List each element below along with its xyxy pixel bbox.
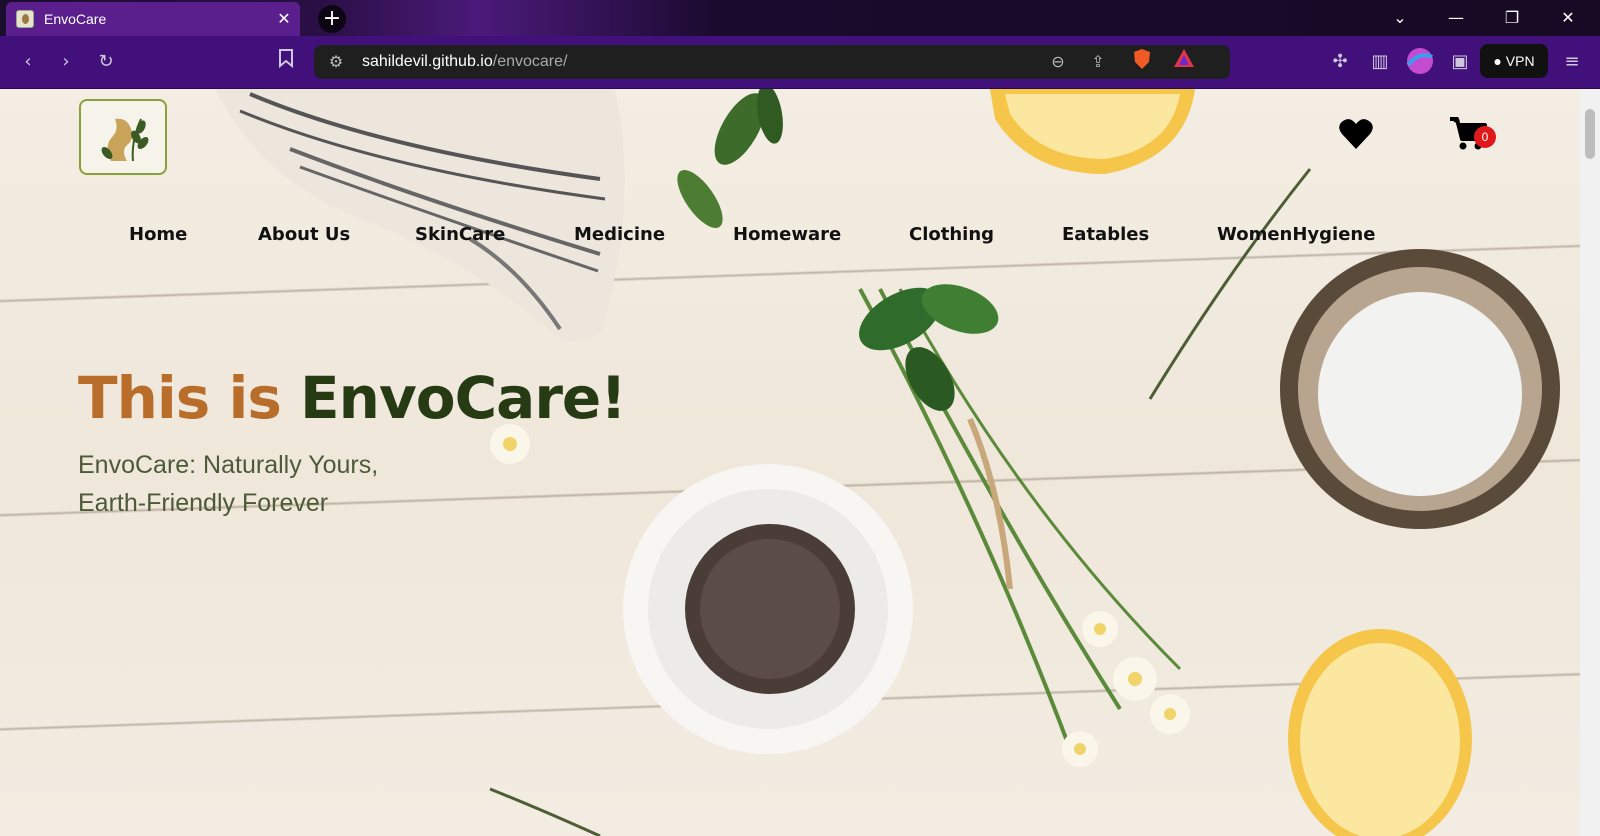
scrollbar-thumb[interactable]: [1585, 109, 1595, 159]
cart-count-badge: 0: [1474, 126, 1496, 148]
brave-shields-icon[interactable]: [1128, 48, 1156, 76]
share-icon[interactable]: ⇪: [1084, 48, 1112, 76]
close-tab-icon[interactable]: ✕: [274, 9, 294, 29]
nav-link-womenhygiene[interactable]: WomenHygiene: [1217, 224, 1375, 245]
close-window-button[interactable]: ✕: [1540, 0, 1596, 36]
restore-button[interactable]: ❐: [1484, 0, 1540, 36]
vpn-button[interactable]: ● VPN: [1480, 44, 1548, 78]
vpn-label: VPN: [1505, 53, 1535, 69]
wallet-icon[interactable]: ▣: [1446, 48, 1474, 76]
url-path: /envocare/: [492, 53, 568, 70]
nav-link-clothing[interactable]: Clothing: [909, 224, 994, 245]
menu-icon[interactable]: ≡: [1558, 48, 1586, 76]
brave-rewards-icon[interactable]: [1170, 48, 1198, 76]
bookmark-icon[interactable]: [272, 48, 300, 76]
sidebar-toggle-icon[interactable]: ▥: [1366, 48, 1394, 76]
main-nav: Home About Us SkinCare Medicine Homeware…: [0, 224, 1580, 254]
browser-tab-strip: EnvoCare ✕ + ⌄ — ❐ ✕: [0, 0, 1600, 36]
hero-subtitle-line2: Earth-Friendly Forever: [78, 489, 329, 517]
nav-link-skincare[interactable]: SkinCare: [415, 224, 505, 245]
reload-icon[interactable]: ↻: [92, 48, 120, 76]
browser-tab[interactable]: EnvoCare ✕: [6, 2, 300, 36]
hero-title: This is EnvoCare!: [78, 364, 627, 432]
profile-avatar-icon[interactable]: [1406, 47, 1434, 75]
site-settings-icon[interactable]: ⚙: [322, 48, 350, 76]
tab-search-chevron-icon[interactable]: ⌄: [1372, 0, 1428, 36]
nav-link-homeware[interactable]: Homeware: [733, 224, 841, 245]
envocare-logo[interactable]: [79, 99, 167, 175]
browser-toolbar: ‹ › ↻ ⚙ sahildevil.github.io/envocare/ ⊖…: [0, 36, 1600, 89]
nav-link-home[interactable]: Home: [129, 224, 187, 245]
url-text: sahildevil.github.io/envocare/: [362, 53, 567, 71]
nav-link-medicine[interactable]: Medicine: [574, 224, 665, 245]
nav-link-about-us[interactable]: About Us: [258, 224, 350, 245]
wishlist-heart-icon[interactable]: [1338, 117, 1374, 151]
address-bar[interactable]: ⚙ sahildevil.github.io/envocare/ ⊖ ⇪: [314, 45, 1230, 79]
hero-subtitle-line1: EnvoCare: Naturally Yours,: [78, 451, 379, 479]
site-favicon-icon: [16, 10, 34, 28]
url-host: sahildevil.github.io: [362, 53, 493, 70]
forward-icon[interactable]: ›: [52, 48, 80, 76]
back-icon[interactable]: ‹: [14, 48, 42, 76]
page-scrollbar[interactable]: [1580, 89, 1600, 836]
hero-title-part2: EnvoCare!: [300, 364, 627, 432]
new-tab-button[interactable]: +: [318, 5, 346, 33]
tab-title: EnvoCare: [44, 11, 107, 27]
hero-subtitle: EnvoCare: Naturally Yours, Earth-Friendl…: [78, 446, 478, 522]
envocare-page: 0 Home About Us SkinCare Medicine Homewa…: [0, 89, 1580, 836]
zoom-icon[interactable]: ⊖: [1044, 48, 1072, 76]
extensions-icon[interactable]: ✣: [1326, 48, 1354, 76]
nav-link-eatables[interactable]: Eatables: [1062, 224, 1149, 245]
minimize-button[interactable]: —: [1428, 0, 1484, 36]
hero-title-part1: This is: [78, 364, 301, 432]
